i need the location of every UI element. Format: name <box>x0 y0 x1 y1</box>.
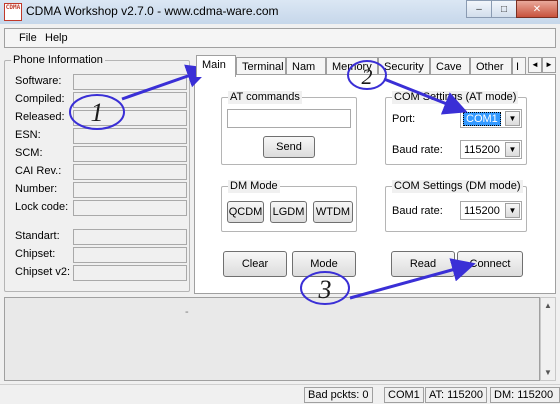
baud-rate-at-value: 115200 <box>464 144 500 156</box>
maximize-icon: □ <box>500 3 508 15</box>
close-button[interactable]: ✕ <box>516 0 558 18</box>
tab-memory-label: Memory <box>332 61 372 73</box>
title-bar: CDMA CDMA Workshop v2.7.0 - www.cdma-war… <box>0 0 560 24</box>
wtdm-button[interactable]: WTDM <box>313 201 353 223</box>
bad-packets-status: Bad pckts: 0 <box>304 387 373 403</box>
com-port-status: COM1 <box>384 387 424 403</box>
connect-button[interactable]: Connect <box>457 251 523 277</box>
tab-main[interactable]: Main <box>196 55 236 77</box>
software-value <box>73 74 187 90</box>
phone-information-group: Phone Information Software: Compiled: Re… <box>4 54 190 292</box>
send-button[interactable]: Send <box>263 136 315 158</box>
baud-rate-at-label: Baud rate: <box>392 144 443 156</box>
esn-label: ESN: <box>15 129 41 141</box>
window-title: CDMA Workshop v2.7.0 - www.cdma-ware.com <box>26 4 279 18</box>
arrow-right-icon: ► <box>545 60 553 69</box>
window-controls: – □ ✕ <box>466 0 558 18</box>
chevron-down-icon: ▼ <box>505 142 520 157</box>
read-button[interactable]: Read <box>391 251 455 277</box>
com-settings-at-group: COM Settings (AT mode) Port: COM1 ▼ Baud… <box>385 91 527 165</box>
tab-terminal-label: Terminal <box>242 61 284 73</box>
scm-label: SCM: <box>15 147 43 159</box>
mode-button[interactable]: Mode <box>292 251 356 277</box>
port-value: COM1 <box>463 112 501 126</box>
standart-value <box>73 229 187 245</box>
standart-label: Standart: <box>15 230 60 242</box>
esn-value <box>73 128 187 144</box>
log-text: - <box>185 306 189 318</box>
software-label: Software: <box>15 75 62 87</box>
released-label: Released: <box>15 111 65 123</box>
released-value <box>73 110 187 126</box>
chipset-v2-label: Chipset v2: <box>15 266 71 278</box>
tab-other-label: Other <box>476 61 504 73</box>
clear-button[interactable]: Clear <box>223 251 287 277</box>
lock-code-value <box>73 200 187 216</box>
cai-rev-label: CAI Rev.: <box>15 165 62 177</box>
lock-code-label: Lock code: <box>15 201 69 213</box>
cai-rev-value <box>73 164 187 180</box>
log-scrollbar[interactable]: ▲ ▼ <box>540 297 556 381</box>
main-tab-panel: AT commands Send DM Mode QCDM LGDM WTDM … <box>194 74 556 294</box>
baud-rate-dm-label: Baud rate: <box>392 205 443 217</box>
scroll-down-icon[interactable]: ▼ <box>544 368 552 377</box>
scm-value <box>73 146 187 162</box>
minimize-button[interactable]: – <box>466 0 492 18</box>
minimize-icon: – <box>476 3 482 15</box>
at-commands-title: AT commands <box>228 91 302 104</box>
com-settings-dm-title: COM Settings (DM mode) <box>392 180 523 193</box>
baud-rate-dm-select[interactable]: 115200 ▼ <box>460 201 522 220</box>
chipset-value <box>73 247 187 263</box>
dm-mode-title: DM Mode <box>228 180 280 193</box>
chipset-label: Chipset: <box>15 248 56 260</box>
com-settings-dm-group: COM Settings (DM mode) Baud rate: 115200… <box>385 180 527 232</box>
at-rate-status: AT: 115200 <box>425 387 488 403</box>
compiled-value <box>73 92 187 108</box>
arrow-left-icon: ◄ <box>531 60 539 69</box>
tab-nam-label: Nam <box>292 61 316 73</box>
baud-rate-dm-value: 115200 <box>464 205 500 217</box>
scroll-up-icon[interactable]: ▲ <box>544 301 552 310</box>
tab-scroll-left-button[interactable]: ◄ <box>528 57 542 73</box>
menu-bar: File Help <box>4 28 556 48</box>
port-label: Port: <box>392 113 416 125</box>
at-commands-group: AT commands Send <box>221 91 357 165</box>
tab-main-label: Main <box>202 59 226 71</box>
status-bar: Bad pckts: 0 COM1 AT: 115200 DM: 115200 <box>0 384 560 404</box>
chipset-v2-value <box>73 265 187 281</box>
tab-security-label: Security <box>384 61 424 73</box>
dm-mode-group: DM Mode QCDM LGDM WTDM <box>221 180 357 232</box>
compiled-label: Compiled: <box>15 93 65 105</box>
dm-rate-status: DM: 115200 <box>490 387 560 403</box>
tab-overflow-label: I <box>516 61 520 73</box>
main-window: CDMA CDMA Workshop v2.7.0 - www.cdma-war… <box>0 0 560 404</box>
app-icon: CDMA <box>4 3 22 21</box>
at-command-input[interactable] <box>227 109 351 128</box>
close-icon: ✕ <box>532 3 542 15</box>
baud-rate-at-select[interactable]: 115200 ▼ <box>460 140 522 159</box>
chevron-down-icon: ▼ <box>505 203 520 218</box>
port-select[interactable]: COM1 ▼ <box>460 109 522 128</box>
chevron-down-icon: ▼ <box>505 111 520 126</box>
qcdm-button[interactable]: QCDM <box>227 201 264 223</box>
phone-information-title: Phone Information <box>11 54 105 67</box>
tab-scroll-right-button[interactable]: ► <box>542 57 556 73</box>
number-value <box>73 182 187 198</box>
lgdm-button[interactable]: LGDM <box>270 201 307 223</box>
com-settings-at-title: COM Settings (AT mode) <box>392 91 519 104</box>
number-label: Number: <box>15 183 58 195</box>
tab-cave-label: Cave <box>436 61 462 73</box>
maximize-button[interactable]: □ <box>491 0 517 18</box>
menu-help[interactable]: Help <box>45 32 68 44</box>
menu-file[interactable]: File <box>19 32 37 44</box>
log-area[interactable]: - <box>4 297 540 381</box>
